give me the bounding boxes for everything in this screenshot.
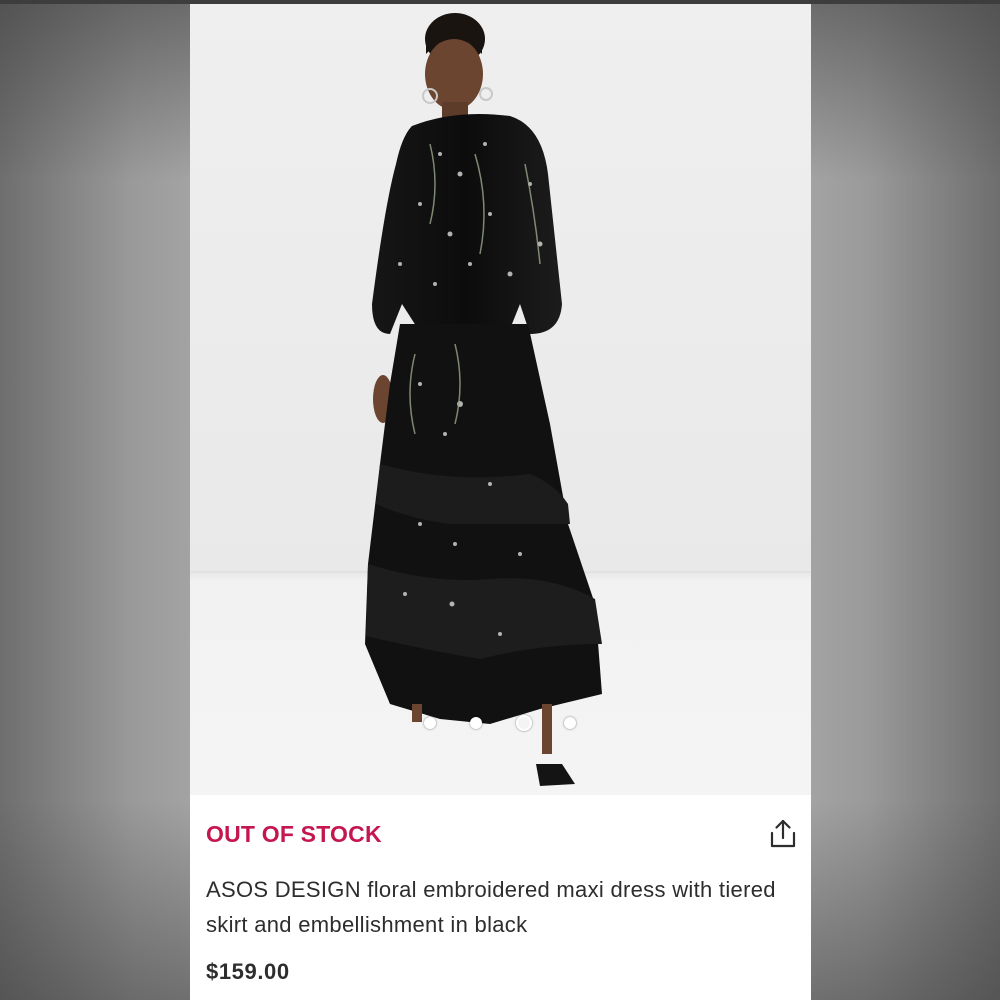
carousel-dot-2[interactable] xyxy=(470,717,482,729)
stock-status: OUT OF STOCK xyxy=(206,821,382,847)
model-photo xyxy=(190,4,811,795)
backdrop-right xyxy=(811,0,1000,1000)
product-price: $159.00 xyxy=(206,959,290,984)
carousel-dot-4[interactable] xyxy=(564,717,576,729)
product-image[interactable] xyxy=(190,4,811,795)
image-carousel-dots xyxy=(418,715,578,733)
carousel-dot-1[interactable] xyxy=(424,717,436,729)
product-card: OUT OF STOCK ASOS DESIGN floral embroide… xyxy=(190,4,811,1000)
product-title: ASOS DESIGN floral embroidered maxi dres… xyxy=(206,877,776,937)
share-button[interactable] xyxy=(768,818,798,850)
share-icon xyxy=(770,819,796,848)
backdrop-left xyxy=(0,0,190,1000)
carousel-dot-3[interactable] xyxy=(516,715,532,731)
